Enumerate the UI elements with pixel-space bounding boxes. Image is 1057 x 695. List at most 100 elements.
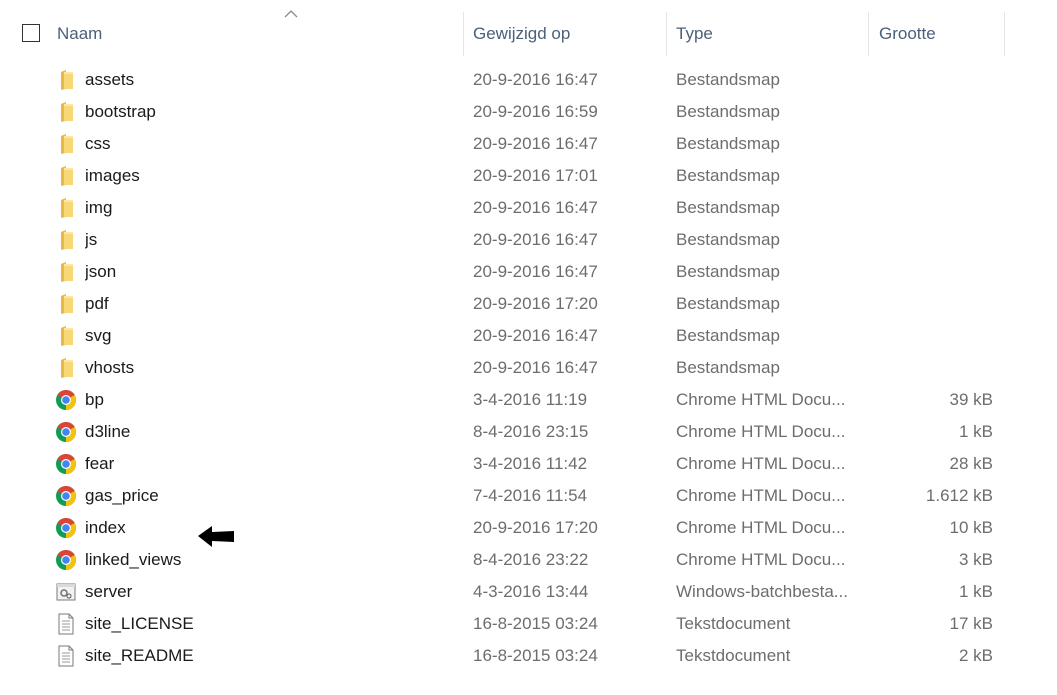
folder-icon [55,101,77,123]
text-file-icon [55,645,77,667]
folder-icon [55,165,77,187]
file-type: Chrome HTML Docu... [676,518,846,537]
file-row[interactable]: bootstrap 20-9-2016 16:59 Bestandsmap [0,96,1057,128]
file-type: Bestandsmap [676,134,780,153]
file-size: 10 kB [949,518,993,537]
file-type: Bestandsmap [676,294,780,313]
column-header-size-label: Grootte [879,24,936,43]
folder-icon [55,293,77,315]
file-size: 1 kB [958,582,993,601]
chrome-icon [55,453,77,475]
file-row[interactable]: bp 3-4-2016 11:19 Chrome HTML Docu... 39 kB [0,384,1057,416]
file-name: pdf [85,294,109,313]
file-row[interactable]: assets 20-9-2016 16:47 Bestandsmap [0,64,1057,96]
file-modified-date: 20-9-2016 17:20 [473,294,598,313]
column-separator[interactable] [666,12,667,56]
file-name: server [85,582,133,601]
column-header-row: Naam Gewijzigd op Type Grootte [0,10,1057,56]
file-row[interactable]: img 20-9-2016 16:47 Bestandsmap [0,192,1057,224]
file-type: Tekstdocument [676,646,791,665]
file-row[interactable]: site_README 16-8-2015 03:24 Tekstdocument 2… [0,640,1057,672]
column-header-name[interactable]: Naam [49,10,463,56]
chrome-icon [55,549,77,571]
file-name: fear [85,454,115,473]
file-size [870,192,993,224]
file-type: Chrome HTML Docu... [676,454,846,473]
file-name: images [85,166,140,185]
file-size: 1 kB [958,422,993,441]
file-row[interactable]: vhosts 20-9-2016 16:47 Bestandsmap [0,352,1057,384]
file-row[interactable]: css 20-9-2016 16:47 Bestandsmap [0,128,1057,160]
file-type: Chrome HTML Docu... [676,390,846,409]
file-modified-date: 3-4-2016 11:42 [473,454,588,473]
file-modified-date: 16-8-2015 03:24 [473,614,598,633]
file-type: Bestandsmap [676,70,780,89]
file-name: js [85,230,98,249]
file-name: bootstrap [85,102,156,121]
file-row[interactable]: json 20-9-2016 16:47 Bestandsmap [0,256,1057,288]
file-size [870,64,993,96]
folder-icon [55,69,77,91]
file-name: gas_price [85,486,159,505]
chrome-icon [55,389,77,411]
file-modified-date: 20-9-2016 16:47 [473,262,598,281]
file-type: Bestandsmap [676,358,780,377]
column-separator[interactable] [868,12,869,56]
file-modified-date: 20-9-2016 16:59 [473,102,598,121]
column-separator[interactable] [463,12,464,56]
file-row[interactable]: d3line 8-4-2016 23:15 Chrome HTML Docu... 1… [0,416,1057,448]
file-modified-date: 7-4-2016 11:54 [473,486,588,505]
select-all-checkbox[interactable] [22,24,40,42]
file-modified-date: 20-9-2016 16:47 [473,358,598,377]
file-size [870,224,993,256]
file-type: Bestandsmap [676,102,780,121]
chrome-icon [55,517,77,539]
file-row[interactable]: pdf 20-9-2016 17:20 Bestandsmap [0,288,1057,320]
file-type: Bestandsmap [676,262,780,281]
file-modified-date: 8-4-2016 23:15 [473,422,589,441]
file-type: Chrome HTML Docu... [676,486,846,505]
file-row[interactable]: svg 20-9-2016 16:47 Bestandsmap [0,320,1057,352]
file-row[interactable]: images 20-9-2016 17:01 Bestandsmap [0,160,1057,192]
file-modified-date: 20-9-2016 16:47 [473,134,598,153]
file-type: Bestandsmap [676,326,780,345]
column-header-size[interactable]: Grootte [871,12,1004,56]
file-type: Windows-batchbesta... [676,582,848,601]
file-row[interactable]: gas_price 7-4-2016 11:54 Chrome HTML Docu.… [0,480,1057,512]
file-name: svg [85,326,112,345]
column-header-modified[interactable]: Gewijzigd op [465,12,666,56]
file-name: index [85,518,126,537]
file-modified-date: 20-9-2016 16:47 [473,326,598,345]
file-name: linked_views [85,550,182,569]
column-header-modified-label: Gewijzigd op [473,24,571,43]
folder-icon [55,357,77,379]
file-modified-date: 20-9-2016 16:47 [473,230,598,249]
file-modified-date: 8-4-2016 23:22 [473,550,589,569]
column-header-type-label: Type [676,24,713,43]
file-row[interactable]: site_LICENSE 16-8-2015 03:24 Tekstdocument… [0,608,1057,640]
text-file-icon [55,613,77,635]
file-row[interactable]: server 4-3-2016 13:44 Windows-batchbesta..… [0,576,1057,608]
sort-ascending-icon [284,10,298,18]
file-modified-date: 16-8-2015 03:24 [473,646,598,665]
file-name: css [85,134,111,153]
folder-icon [55,229,77,251]
column-separator[interactable] [1004,12,1005,56]
column-header-type[interactable]: Type [668,12,868,56]
file-row[interactable]: fear 3-4-2016 11:42 Chrome HTML Docu... 28 … [0,448,1057,480]
file-size [870,352,993,384]
file-type: Chrome HTML Docu... [676,550,846,569]
file-name: img [85,198,113,217]
file-size: 2 kB [958,646,993,665]
file-row[interactable]: js 20-9-2016 16:47 Bestandsmap [0,224,1057,256]
file-row[interactable]: index 20-9-2016 17:20 Chrome HTML Docu... 1… [0,512,1057,544]
file-type: Bestandsmap [676,230,780,249]
chrome-icon [55,421,77,443]
file-type: Chrome HTML Docu... [676,422,846,441]
file-name: site_LICENSE [85,614,194,633]
column-header-name-label: Naam [57,24,103,43]
file-row[interactable]: linked_views 8-4-2016 23:22 Chrome HTML Do… [0,544,1057,576]
file-list: assets 20-9-2016 16:47 Bestandsmap bootstra… [0,64,1057,672]
file-size [870,288,993,320]
folder-icon [55,261,77,283]
